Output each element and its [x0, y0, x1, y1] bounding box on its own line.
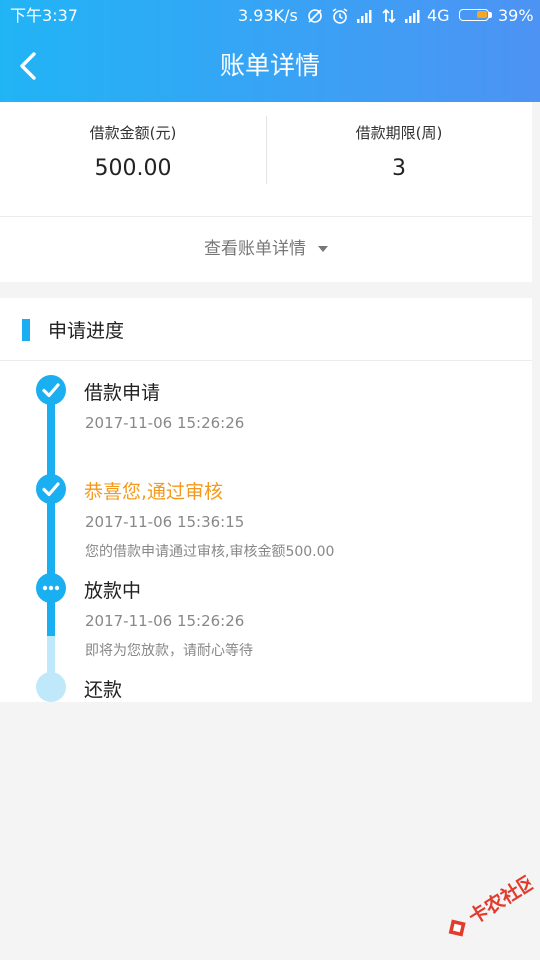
loan-amount-value: 500.00	[94, 156, 172, 181]
signal-strength-icon	[357, 10, 372, 23]
battery-level-fill	[477, 11, 487, 18]
battery-icon	[459, 9, 489, 21]
loan-term-label: 借款期限(周)	[355, 124, 443, 142]
caret-down-icon	[318, 246, 328, 252]
data-transfer-icon	[382, 8, 396, 24]
notification-off-icon	[308, 9, 322, 23]
section-divider	[0, 360, 532, 361]
status-time: 下午3:37	[10, 6, 78, 25]
battery-tip	[489, 12, 492, 18]
status-network-type: 4G	[427, 6, 450, 25]
step-time: 2017-11-06 15:26:26	[85, 612, 245, 630]
alarm-clock-icon	[332, 8, 348, 24]
signal-strength-2-icon	[405, 10, 420, 23]
step-title: 恭喜您,通过审核	[84, 481, 224, 503]
step-title: 还款	[84, 679, 123, 701]
loan-amount-label: 借款金额(元)	[89, 124, 177, 142]
section-accent-bar	[22, 319, 30, 341]
application-progress-card: 申请进度 借款申请 2017-11-06 15:26:26 恭喜您,通过审核 2…	[0, 298, 532, 702]
step-description: 您的借款申请通过审核,审核金额500.00	[85, 544, 335, 560]
status-network-speed: 3.93K/s	[238, 6, 298, 25]
page-title: 账单详情	[219, 51, 320, 80]
checkmark-icon	[42, 383, 60, 398]
more-dots-icon	[42, 585, 60, 591]
step-time: 2017-11-06 15:26:26	[85, 414, 245, 432]
app-header: 下午3:37 3.93K/s 4G 39% 账单详情	[0, 0, 540, 102]
step-in-progress-icon	[36, 573, 66, 603]
step-description: 即将为您放款，请耐心等待	[85, 643, 253, 659]
view-bill-details-button[interactable]: 查看账单详情	[0, 217, 532, 282]
view-bill-details-label: 查看账单详情	[204, 239, 306, 259]
loan-term-value: 3	[392, 156, 406, 181]
checkmark-icon	[42, 482, 60, 497]
step-complete-icon	[36, 375, 66, 405]
kanong-community-watermark: 卡农社区	[448, 869, 540, 937]
step-title: 借款申请	[84, 382, 161, 404]
watermark-text: 卡农社区	[464, 869, 540, 929]
section-title: 申请进度	[48, 320, 125, 342]
step-pending-icon	[36, 672, 66, 702]
loan-summary-card: 借款金额(元) 500.00 借款期限(周) 3 查看账单详情	[0, 102, 532, 282]
status-battery-percent: 39%	[498, 6, 534, 25]
step-complete-icon	[36, 474, 66, 504]
step-time: 2017-11-06 15:36:15	[85, 513, 245, 531]
step-title: 放款中	[84, 580, 142, 602]
status-bar: 下午3:37 3.93K/s 4G 39%	[0, 0, 540, 32]
